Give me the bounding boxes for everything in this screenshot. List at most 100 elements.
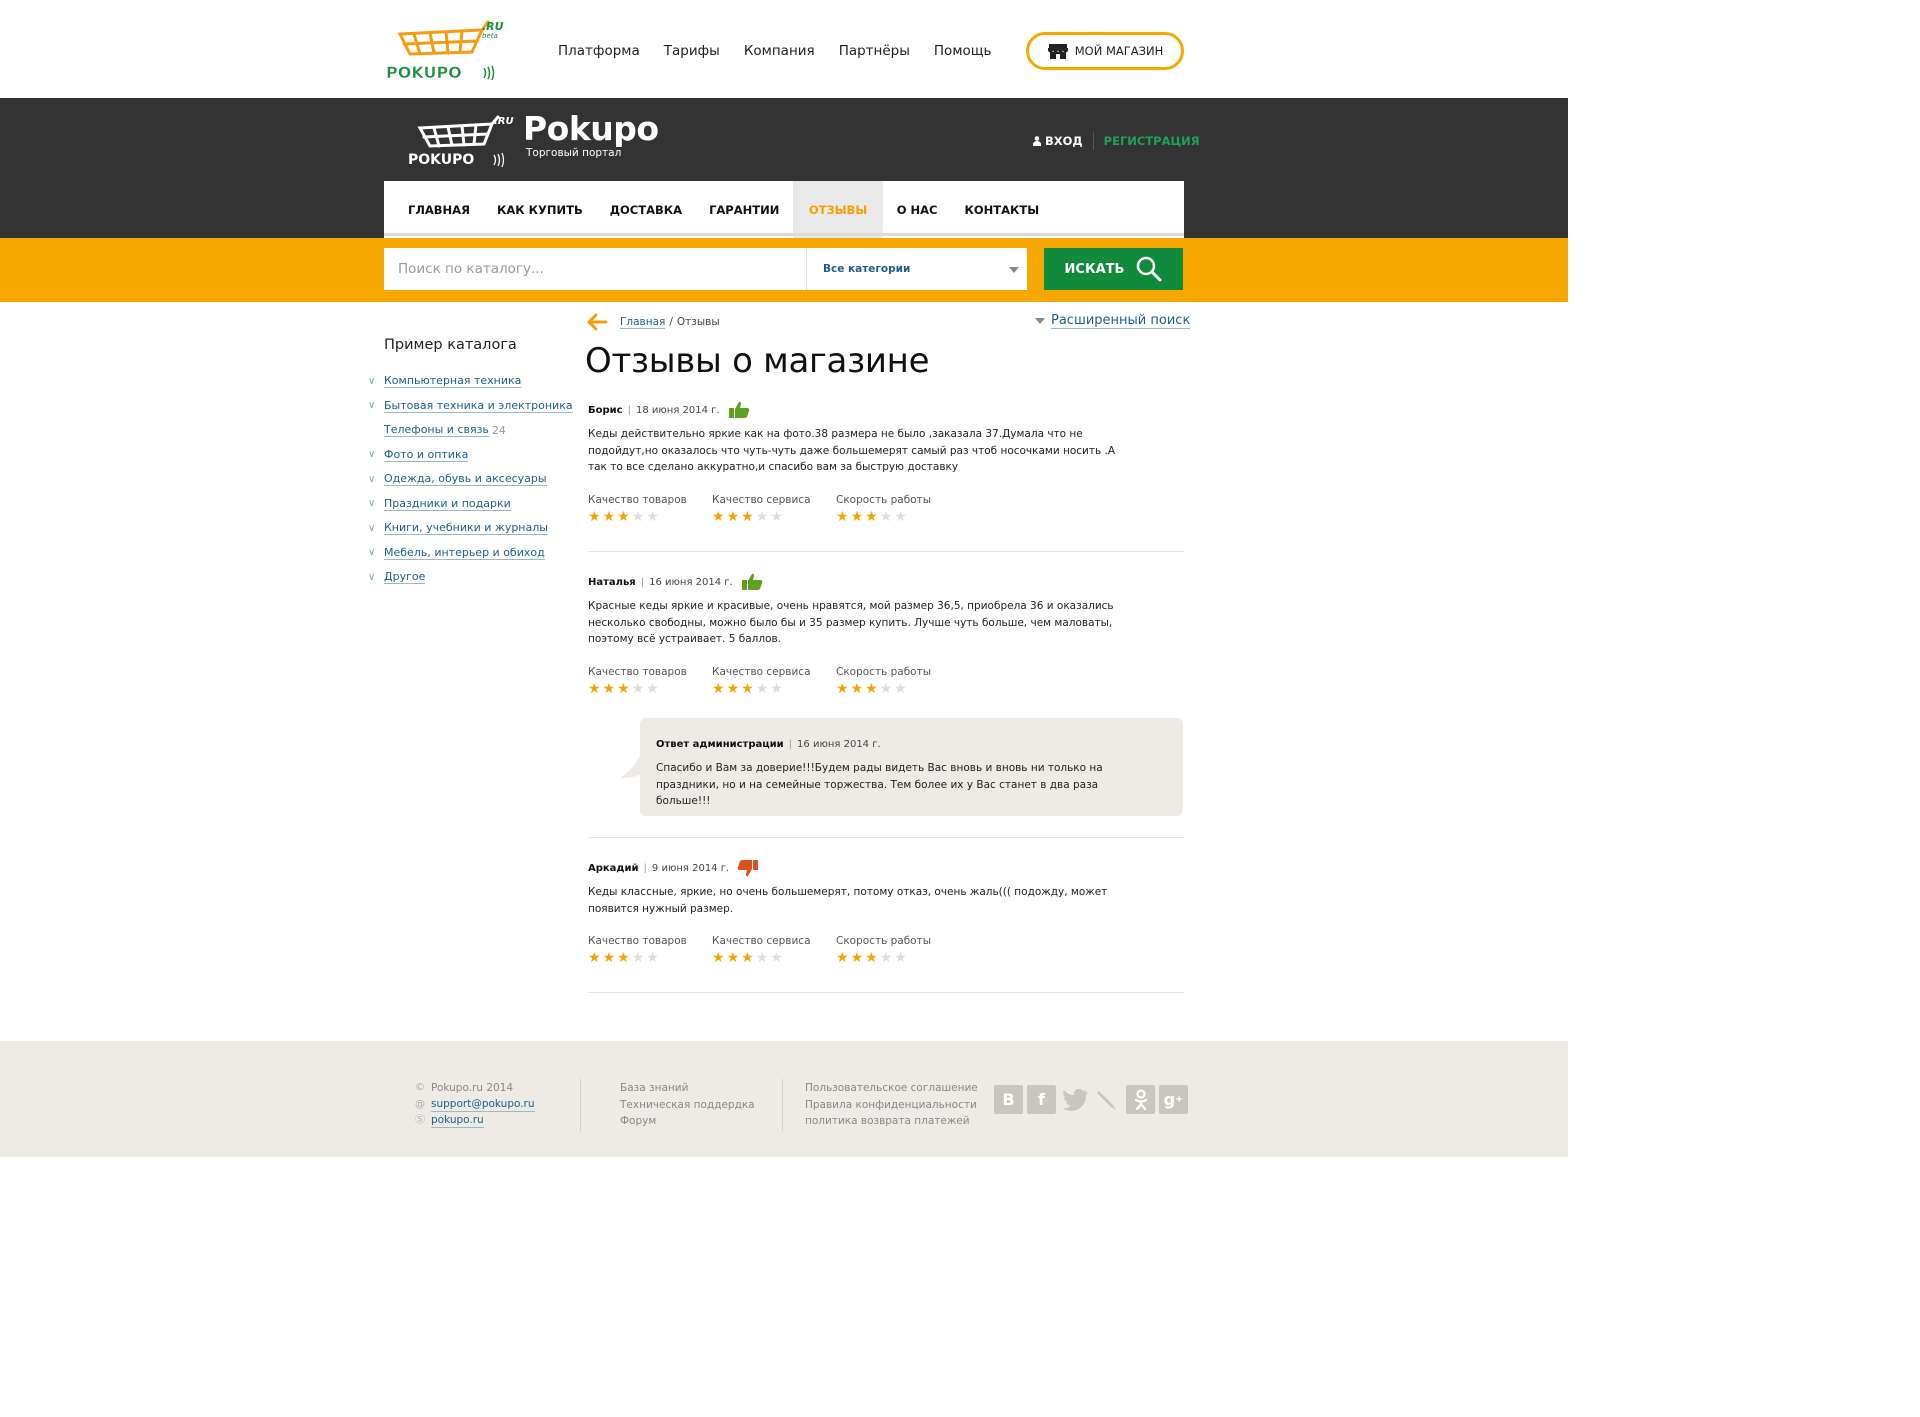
- footer-link-knowledge-base[interactable]: База знаний: [620, 1080, 755, 1097]
- review-item: Аркадий | 9 июня 2014 г. Кеды классные, …: [588, 859, 1184, 966]
- star-icon: ★: [617, 950, 630, 966]
- sidebar-item-appliances[interactable]: ∨ Бытовая техника и электроника: [368, 394, 573, 419]
- star-icon: ★: [631, 508, 645, 525]
- star-icon: ★: [602, 508, 616, 525]
- sidebar-item-clothing[interactable]: ∨ Одежда, обувь и аксесуары: [368, 467, 573, 492]
- breadcrumb-home[interactable]: Главная: [620, 316, 666, 329]
- search-button[interactable]: ИСКАТЬ: [1044, 248, 1183, 290]
- sidebar-item-holidays[interactable]: ∨ Праздники и подарки: [368, 492, 573, 517]
- star-icon: ★: [836, 508, 849, 525]
- facebook-icon[interactable]: f: [1027, 1085, 1056, 1114]
- top-nav-partners[interactable]: Партнёры: [839, 43, 910, 59]
- sidebar-item-phones[interactable]: Телефоны и связь 24: [368, 418, 573, 443]
- sidebar-item-computers[interactable]: ∨ Компьютерная техника: [368, 369, 573, 394]
- odnoklassniki-icon[interactable]: [1126, 1085, 1155, 1114]
- chevron-down-icon[interactable]: ∨: [368, 523, 384, 534]
- sidebar-item-label[interactable]: Бытовая техника и электроника: [384, 399, 573, 413]
- nav-contacts[interactable]: КОНТАКТЫ: [951, 181, 1053, 238]
- chevron-down-icon: [1009, 267, 1019, 273]
- star-icon: ★: [726, 508, 740, 525]
- login-link[interactable]: ВХОД: [1033, 134, 1083, 148]
- top-nav-tariffs[interactable]: Тарифы: [664, 43, 720, 59]
- star-icon: ★: [712, 508, 725, 525]
- site-footer: © Pokupo.ru 2014 @ support@pokupo.ru Ⓢpoku…: [0, 1041, 1568, 1157]
- star-rating: ★ ★ ★ ★ ★: [588, 950, 712, 966]
- thumbs-down-icon: [737, 860, 759, 877]
- category-sidebar: ∨ Компьютерная техника ∨ Бытовая техника и…: [368, 369, 573, 590]
- meta-separator: |: [643, 862, 647, 874]
- review-meta: Аркадий | 9 июня 2014 г.: [588, 859, 1184, 877]
- star-icon: ★: [646, 680, 659, 697]
- search-input[interactable]: [384, 248, 806, 290]
- arrow-left-icon[interactable]: [586, 313, 608, 331]
- sidebar-item-photo[interactable]: ∨ Фото и оптика: [368, 443, 573, 468]
- star-icon: ★: [836, 950, 849, 966]
- top-nav-help[interactable]: Помощь: [934, 43, 992, 59]
- rating-goods-quality: Качество товаров ★ ★ ★ ★ ★: [588, 666, 712, 697]
- my-shop-button[interactable]: МОЙ МАГАЗИН: [1026, 32, 1184, 70]
- chevron-down-icon[interactable]: ∨: [368, 400, 384, 411]
- footer-divider: [782, 1079, 783, 1131]
- star-icon: ★: [741, 950, 754, 966]
- rating-work-speed: Скорость работы ★ ★ ★ ★ ★: [836, 494, 960, 525]
- sidebar-item-label[interactable]: Компьютерная техника: [384, 374, 522, 389]
- chevron-down-icon[interactable]: ∨: [368, 474, 384, 485]
- sidebar-item-label[interactable]: Фото и оптика: [384, 448, 469, 462]
- sidebar-item-label[interactable]: Одежда, обувь и аксесуары: [384, 472, 547, 487]
- advanced-search-link[interactable]: Расширенный поиск: [1035, 313, 1191, 329]
- sidebar-item-other[interactable]: ∨ Другое: [368, 565, 573, 590]
- sidebar-item-furniture[interactable]: ∨ Мебель, интерьер и обиход: [368, 541, 573, 566]
- register-link[interactable]: РЕГИСТРАЦИЯ: [1104, 134, 1200, 148]
- footer-link-refund-policy[interactable]: политика возврата платежей: [805, 1113, 978, 1130]
- footer-link-support[interactable]: Техническая поддердка: [620, 1097, 755, 1114]
- chevron-down-icon[interactable]: ∨: [368, 498, 384, 509]
- google-plus-icon[interactable]: g +: [1159, 1085, 1188, 1114]
- nav-home[interactable]: ГЛАВНАЯ: [384, 181, 483, 238]
- footer-contacts: © Pokupo.ru 2014 @ support@pokupo.ru Ⓢpoku…: [415, 1080, 535, 1130]
- pokupo-logo[interactable]: POKUPO .RU beta: [384, 16, 506, 84]
- nav-about[interactable]: О НАС: [883, 181, 951, 238]
- sidebar-item-label[interactable]: Телефоны и связь: [384, 423, 489, 438]
- footer-email-link[interactable]: support@pokupo.ru: [431, 1098, 535, 1112]
- review-author: Наталья: [588, 576, 636, 588]
- star-icon: ★: [865, 680, 878, 697]
- auth-links: ВХОД РЕГИСТРАЦИЯ: [1033, 132, 1200, 150]
- livejournal-icon[interactable]: [1093, 1085, 1122, 1114]
- top-nav-company[interactable]: Компания: [744, 43, 815, 59]
- vk-icon[interactable]: B: [994, 1085, 1023, 1114]
- chevron-down-icon[interactable]: ∨: [368, 547, 384, 558]
- nav-guarantees[interactable]: ГАРАНТИИ: [696, 181, 793, 238]
- footer-link-user-agreement[interactable]: Пользовательское соглашение: [805, 1080, 978, 1097]
- triangle-down-icon: [1035, 318, 1045, 324]
- top-nav: Платформа Тарифы Компания Партнёры Помощ…: [558, 43, 1015, 59]
- rating-service-quality: Качество сервиса ★ ★ ★ ★ ★: [712, 666, 836, 697]
- advanced-search-label: Расширенный поиск: [1051, 313, 1191, 329]
- footer-legal-links: Пользовательское соглашение Правила конф…: [805, 1080, 978, 1130]
- meta-separator: |: [627, 404, 631, 416]
- nav-reviews[interactable]: ОТЗЫВЫ: [792, 181, 884, 238]
- sidebar-item-label[interactable]: Другое: [384, 570, 426, 585]
- sidebar-item-books[interactable]: ∨ Книги, учебники и журналы: [368, 516, 573, 541]
- sidebar-item-label[interactable]: Праздники и подарки: [384, 497, 511, 511]
- star-icon: ★: [741, 680, 754, 697]
- category-select[interactable]: Все категории: [806, 248, 1027, 290]
- nav-how-to-buy[interactable]: КАК КУПИТЬ: [483, 181, 596, 238]
- star-rating: ★ ★ ★ ★ ★: [836, 950, 960, 966]
- sidebar-item-label[interactable]: Мебель, интерьер и обиход: [384, 546, 545, 560]
- chevron-down-icon[interactable]: ∨: [368, 376, 384, 387]
- footer-skype-link[interactable]: pokupo.ru: [431, 1114, 484, 1129]
- sidebar-item-count: 24: [491, 423, 506, 437]
- pokupo-header-logo[interactable]: POKUPO .RU: [408, 112, 516, 170]
- chevron-down-icon[interactable]: ∨: [368, 449, 384, 460]
- sidebar-item-label[interactable]: Книги, учебники и журналы: [384, 521, 548, 536]
- footer-link-privacy[interactable]: Правила конфиденциальности: [805, 1097, 978, 1114]
- rating-work-speed: Скорость работы ★ ★ ★ ★ ★: [836, 666, 960, 697]
- admin-reply-author: Ответ администрации: [656, 739, 784, 750]
- footer-link-forum[interactable]: Форум: [620, 1113, 755, 1130]
- chevron-down-icon[interactable]: ∨: [368, 572, 384, 583]
- twitter-icon[interactable]: [1060, 1085, 1089, 1114]
- nav-delivery[interactable]: ДОСТАВКА: [596, 181, 695, 238]
- top-nav-platform[interactable]: Платформа: [558, 43, 640, 59]
- star-icon: ★: [602, 950, 616, 966]
- footer-divider: [580, 1079, 581, 1131]
